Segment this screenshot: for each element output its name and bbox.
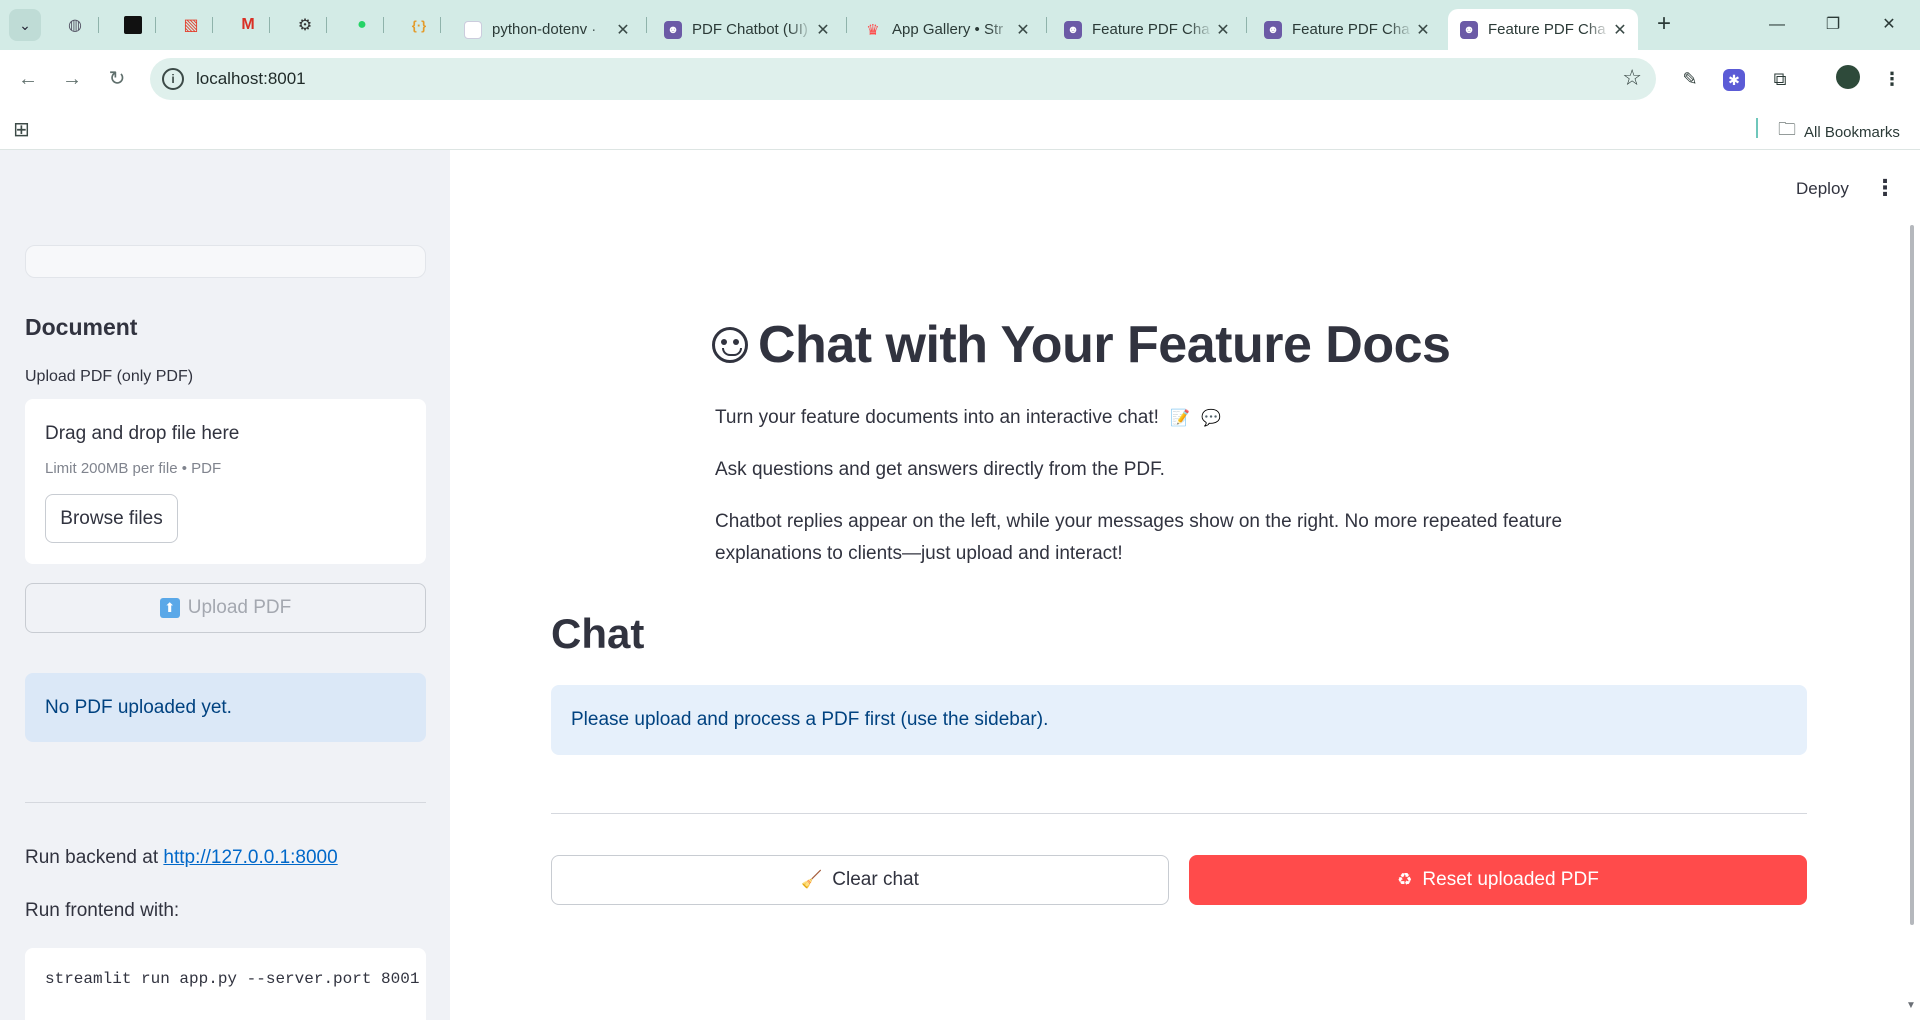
memo-icon: 📝 [1170,410,1191,427]
site-info-icon[interactable]: i [162,68,184,90]
streamlit-crown-icon: ♛ [866,21,880,39]
browser-menu-icon[interactable]: ⋮ [1878,65,1906,93]
recycle-icon: ♻ [1397,870,1413,889]
globe-icon[interactable]: ◍ [62,12,88,38]
eyedropper-icon[interactable]: ✎ [1676,65,1704,93]
tab-search-chevron-icon[interactable]: ⌄ [9,9,41,41]
extensions-puzzle-icon[interactable]: ⧉ [1766,65,1794,93]
backend-prefix: Run backend at [25,847,164,868]
tab-python-dotenv[interactable]: python-dotenv · ✕ [452,9,641,50]
chatgpt-icon[interactable]: ⚙ [292,12,318,38]
whatsapp-icon[interactable]: ● [349,12,375,38]
new-tab-plus-icon[interactable]: + [1650,11,1678,39]
chat-heading: Chat [551,610,645,657]
dropzone-title: Drag and drop file here [45,423,240,444]
speech-balloon-icon: 💬 [1201,410,1222,427]
up-arrow-icon: ⬆ [159,598,180,618]
broom-icon: 🧹 [801,870,823,889]
file-icon [464,20,482,39]
url-text[interactable]: localhost:8001 [196,69,306,89]
close-tab-icon[interactable]: ✕ [1610,20,1630,40]
address-bar[interactable]: i localhost:8001 ☆ [150,58,1656,100]
reset-pdf-label: Reset uploaded PDF [1422,869,1599,890]
bookmarks-divider [1756,118,1758,138]
file-dropzone[interactable]: Drag and drop file here Limit 200MB per … [25,399,426,564]
close-tab-icon[interactable]: ✕ [1013,20,1033,40]
robot-icon: ☻ [664,20,682,39]
upload-pdf-button[interactable]: ⬆ Upload PDF [25,583,426,633]
dropzone-limit: Limit 200MB per file • PDF [45,460,222,477]
terminal-tab-icon[interactable] [120,12,146,38]
status-info-box: No PDF uploaded yet. [25,673,426,742]
bookmarks-bar: ⊞ 🗀 All Bookmarks [0,108,1920,150]
reset-pdf-button[interactable]: ♻ Reset uploaded PDF [1189,855,1807,905]
robot-face-icon [712,327,748,363]
tab-feature-pdf-1[interactable]: ☻ Feature PDF Cha ✕ [1052,9,1241,50]
sidebar: Document Upload PDF (only PDF) Drag and … [0,150,450,1020]
reload-icon[interactable]: ↻ [101,63,133,95]
close-window-icon[interactable]: ✕ [1866,10,1912,40]
robot-icon: ☻ [1460,20,1478,39]
minimize-icon[interactable]: — [1754,10,1800,40]
main-divider [551,813,1807,814]
intro-line-1: Turn your feature documents into an inte… [715,402,1221,435]
bookmark-star-icon[interactable]: ☆ [1622,65,1642,91]
upload-label: Upload PDF (only PDF) [25,368,194,385]
robot-icon: ☻ [1264,20,1282,39]
sidebar-heading: Document [25,314,138,340]
sidebar-empty-element [25,245,426,278]
clear-chat-label: Clear chat [832,869,919,890]
tab-feature-pdf-active[interactable]: ☻ Feature PDF Cha ✕ [1448,9,1638,50]
backend-line: Run backend at http://127.0.0.1:8000 [25,847,338,869]
sidebar-divider [25,802,426,803]
close-tab-icon[interactable]: ✕ [1413,20,1433,40]
all-bookmarks-label: All Bookmarks [1804,123,1900,141]
gmail-icon[interactable]: M [235,12,261,38]
intro-line-3: Chatbot replies appear on the left, whil… [715,511,1563,564]
command-text: streamlit run app.py --server.port 8001 [45,970,420,988]
intro-line-1-text: Turn your feature documents into an inte… [715,407,1159,428]
page-title-text: Chat with Your Feature Docs [758,316,1451,374]
code-tab-icon[interactable]: {·} [406,12,432,38]
page-title: Chat with Your Feature Docs [712,315,1451,375]
folder-icon: 🗀 [1778,119,1796,139]
clear-chat-button[interactable]: 🧹 Clear chat [551,855,1169,905]
all-bookmarks[interactable]: 🗀 All Bookmarks [1778,117,1900,147]
close-tab-icon[interactable]: ✕ [1213,20,1233,40]
frontend-label: Run frontend with: [25,900,180,921]
backend-url-link[interactable]: http://127.0.0.1:8000 [163,847,337,868]
scrollbar[interactable] [1910,225,1914,925]
browser-tab-bar: ⌄ ◍ ▧ M ⚙ ● {·} python-dotenv · ✕ ☻ PDF … [0,0,1920,50]
close-tab-icon[interactable]: ✕ [813,20,833,40]
back-arrow-icon[interactable]: ← [12,63,44,95]
scroll-down-arrow-icon[interactable]: ▼ [1906,1000,1916,1011]
forward-arrow-icon[interactable]: → [56,63,88,95]
browser-toolbar: ← → ↻ i localhost:8001 ☆ ✎ ✱ ⧉ ⋮ [0,50,1920,108]
browse-files-button[interactable]: Browse files [45,494,178,543]
deploy-button[interactable]: Deploy [1796,179,1849,199]
tab-app-gallery[interactable]: ♛ App Gallery • Str ✕ [852,9,1041,50]
app-menu-icon[interactable]: ⋮ [1874,175,1896,201]
close-tab-icon[interactable]: ✕ [613,20,633,40]
main-content: Deploy ⋮ ▼ Chat with Your Feature Docs T… [450,150,1920,1020]
apps-grid-icon[interactable]: ⊞ [13,117,30,142]
profile-avatar[interactable] [1834,65,1862,93]
robot-icon: ☻ [1064,20,1082,39]
command-code-block: streamlit run app.py --server.port 8001 [25,948,426,1020]
tab-pdf-chatbot-ui[interactable]: ☻ PDF Chatbot (UI) ✕ [652,9,841,50]
tab-feature-pdf-2[interactable]: ☻ Feature PDF Cha ✕ [1252,9,1441,50]
upload-pdf-label: Upload PDF [187,597,292,618]
restore-icon[interactable]: ❐ [1810,10,1856,40]
extension-snowflake-icon[interactable]: ✱ [1720,65,1748,93]
intro-line-2: Ask questions and get answers directly f… [715,459,1165,480]
red-app-tab-icon[interactable]: ▧ [178,12,204,38]
chat-info-box: Please upload and process a PDF first (u… [551,685,1807,755]
